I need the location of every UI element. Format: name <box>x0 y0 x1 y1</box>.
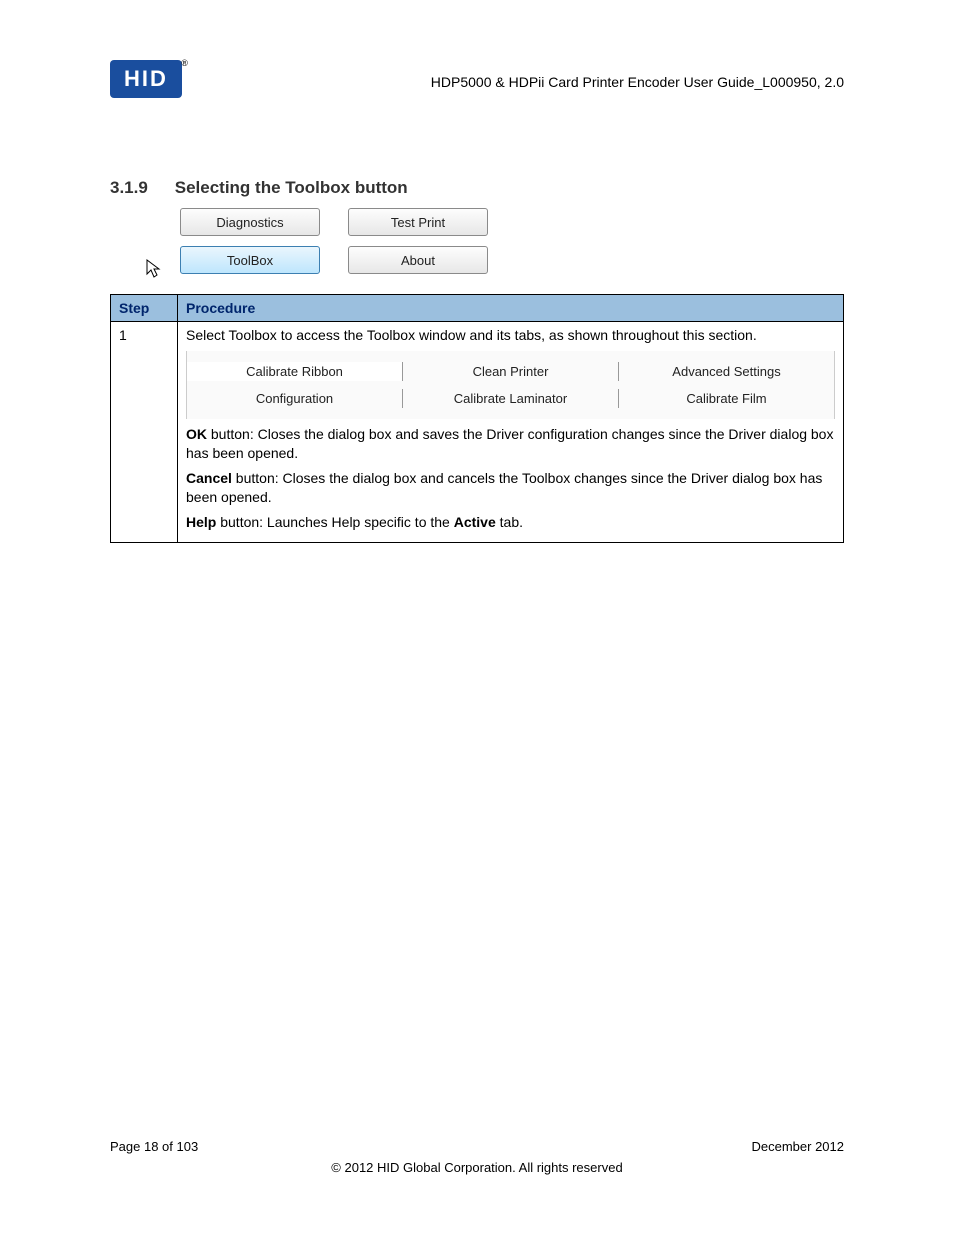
toolbox-label: ToolBox <box>227 253 273 268</box>
tab-label: Configuration <box>256 391 333 406</box>
ok-text: button: Closes the dialog box and saves … <box>186 426 833 461</box>
test-print-label: Test Print <box>391 215 445 230</box>
tab-calibrate-laminator[interactable]: Calibrate Laminator <box>403 389 619 408</box>
procedure-table: Step Procedure 1 Select Toolbox to acces… <box>110 294 844 543</box>
about-label: About <box>401 253 435 268</box>
tab-advanced-settings[interactable]: Advanced Settings <box>619 362 834 381</box>
help-end: tab. <box>496 514 523 530</box>
help-text: button: Launches Help specific to the <box>216 514 453 530</box>
tab-calibrate-ribbon[interactable]: Calibrate Ribbon <box>187 362 403 381</box>
table-header-step: Step <box>111 295 178 322</box>
footer-date: December 2012 <box>752 1139 845 1154</box>
table-header-procedure: Procedure <box>178 295 844 322</box>
copyright: © 2012 HID Global Corporation. All right… <box>110 1160 844 1175</box>
description-block: OK button: Closes the dialog box and sav… <box>186 425 835 531</box>
toolbox-button[interactable]: ToolBox <box>180 246 320 274</box>
active-bold: Active <box>454 514 496 530</box>
section-number: 3.1.9 <box>110 178 170 198</box>
registered-mark: ® <box>181 58 190 68</box>
ok-bold: OK <box>186 426 207 442</box>
cancel-text: button: Closes the dialog box and cancel… <box>186 470 822 505</box>
tab-label: Advanced Settings <box>672 364 780 379</box>
document-title: HDP5000 & HDPii Card Printer Encoder Use… <box>431 60 844 90</box>
tabs-container: Calibrate Ribbon Clean Printer Advanced … <box>186 351 835 419</box>
section-title: Selecting the Toolbox button <box>175 178 408 197</box>
diagnostics-label: Diagnostics <box>216 215 283 230</box>
page-number: Page 18 of 103 <box>110 1139 198 1154</box>
logo-text: HID <box>124 66 168 91</box>
tab-calibrate-film[interactable]: Calibrate Film <box>619 389 834 408</box>
tab-label: Calibrate Ribbon <box>246 364 343 379</box>
tab-label: Calibrate Film <box>686 391 766 406</box>
table-row: 1 Select Toolbox to access the Toolbox w… <box>111 322 844 543</box>
button-group: Diagnostics Test Print ToolBox About <box>180 208 844 274</box>
help-description: Help button: Launches Help specific to t… <box>186 513 835 532</box>
tab-configuration[interactable]: Configuration <box>187 389 403 408</box>
help-bold: Help <box>186 514 216 530</box>
tab-clean-printer[interactable]: Clean Printer <box>403 362 619 381</box>
section-heading: 3.1.9 Selecting the Toolbox button <box>110 178 844 198</box>
cancel-bold: Cancel <box>186 470 232 486</box>
diagnostics-button[interactable]: Diagnostics <box>180 208 320 236</box>
cancel-description: Cancel button: Closes the dialog box and… <box>186 469 835 507</box>
logo: HID ® <box>110 60 182 98</box>
step-number: 1 <box>111 322 178 543</box>
tab-label: Clean Printer <box>473 364 549 379</box>
ok-description: OK button: Closes the dialog box and sav… <box>186 425 835 463</box>
procedure-intro: Select Toolbox to access the Toolbox win… <box>186 327 835 343</box>
page-footer: Page 18 of 103 December 2012 © 2012 HID … <box>110 1139 844 1175</box>
cursor-icon <box>145 258 163 280</box>
page-header: HID ® HDP5000 & HDPii Card Printer Encod… <box>110 60 844 98</box>
about-button[interactable]: About <box>348 246 488 274</box>
test-print-button[interactable]: Test Print <box>348 208 488 236</box>
procedure-cell: Select Toolbox to access the Toolbox win… <box>178 322 844 543</box>
tab-label: Calibrate Laminator <box>454 391 567 406</box>
